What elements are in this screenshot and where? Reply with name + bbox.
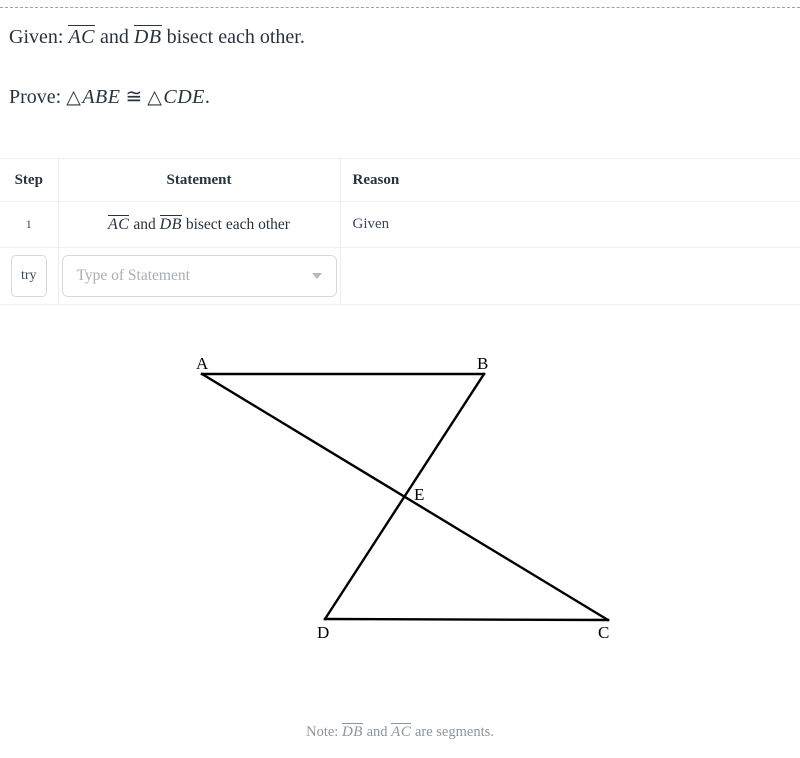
problem-prompt: Given: AC and DB bisect each other. Prov…: [9, 23, 789, 112]
reason-input-cell[interactable]: [340, 247, 800, 305]
note-segment-ac: AC: [391, 723, 412, 740]
top-dashed-divider: [0, 7, 800, 8]
figure-segment-dc: [323, 617, 610, 622]
table-input-row: try Type of Statement: [0, 247, 800, 305]
geometry-figure-svg: A B C D E: [196, 354, 610, 642]
given-segment-ac: AC: [68, 25, 95, 48]
given-statement: Given: AC and DB bisect each other.: [9, 23, 789, 51]
column-header-step: Step: [0, 158, 59, 202]
column-header-reason: Reason: [340, 158, 800, 202]
chevron-down-icon: [311, 273, 322, 279]
vertex-label-d: D: [317, 623, 329, 642]
given-conjunction: and: [100, 26, 129, 48]
try-button[interactable]: try: [10, 255, 47, 297]
note-prefix: Note:: [306, 724, 339, 740]
figure-note: Note: DB and AC are segments.: [0, 723, 800, 741]
geometry-figure: A B C D E: [0, 330, 800, 670]
table-header-row: Step Statement Reason: [0, 158, 800, 202]
column-header-reason-label: Reason: [352, 171, 400, 188]
table-row: 1 AC and DB bisect each other Given: [0, 201, 800, 248]
statement-conjunction: and: [133, 216, 156, 233]
note-tail-text: are segments.: [414, 724, 494, 740]
step-number-cell: 1: [0, 201, 59, 248]
statement-tail-text: bisect each other: [185, 216, 290, 233]
congruent-icon: ≅: [125, 86, 143, 108]
prove-period: .: [204, 86, 210, 108]
reason-text: Given: [352, 216, 390, 232]
column-header-step-label: Step: [14, 171, 43, 188]
statement-type-cell: Type of Statement: [58, 247, 341, 305]
reason-cell: Given: [340, 201, 800, 248]
given-tail-text: bisect each other.: [166, 26, 305, 48]
statement-type-placeholder: Type of Statement: [76, 267, 190, 284]
column-header-statement-label: Statement: [166, 171, 232, 188]
figure-segments: [200, 372, 610, 622]
triangle-icon-1: △: [66, 87, 82, 108]
figure-segment-db: [323, 372, 486, 621]
statement-cell: AC and DB bisect each other: [58, 201, 341, 248]
given-label: Given:: [9, 26, 64, 48]
note-segment-db: DB: [341, 723, 363, 740]
statement-type-select[interactable]: Type of Statement: [61, 255, 337, 297]
vertex-label-c: C: [598, 623, 609, 642]
vertex-label-b: B: [477, 354, 488, 373]
proof-table: Step Statement Reason 1 AC and DB bisect…: [0, 158, 800, 305]
given-segment-db: DB: [133, 25, 162, 48]
vertex-label-e: E: [414, 485, 424, 504]
column-header-statement: Statement: [58, 158, 341, 202]
prove-statement: Prove: △ABE ≅ △CDE.: [9, 83, 789, 112]
prove-label: Prove:: [9, 86, 62, 108]
statement-text: AC and DB bisect each other: [59, 215, 340, 234]
vertex-label-a: A: [196, 354, 209, 373]
note-conjunction: and: [366, 724, 388, 740]
statement-segment-db: DB: [159, 215, 182, 233]
triangle-icon-2: △: [147, 87, 163, 108]
statement-segment-ac: AC: [108, 215, 130, 233]
prove-triangle-2: CDE: [163, 86, 205, 108]
try-button-cell: try: [0, 247, 59, 305]
prove-triangle-1: ABE: [82, 86, 121, 108]
